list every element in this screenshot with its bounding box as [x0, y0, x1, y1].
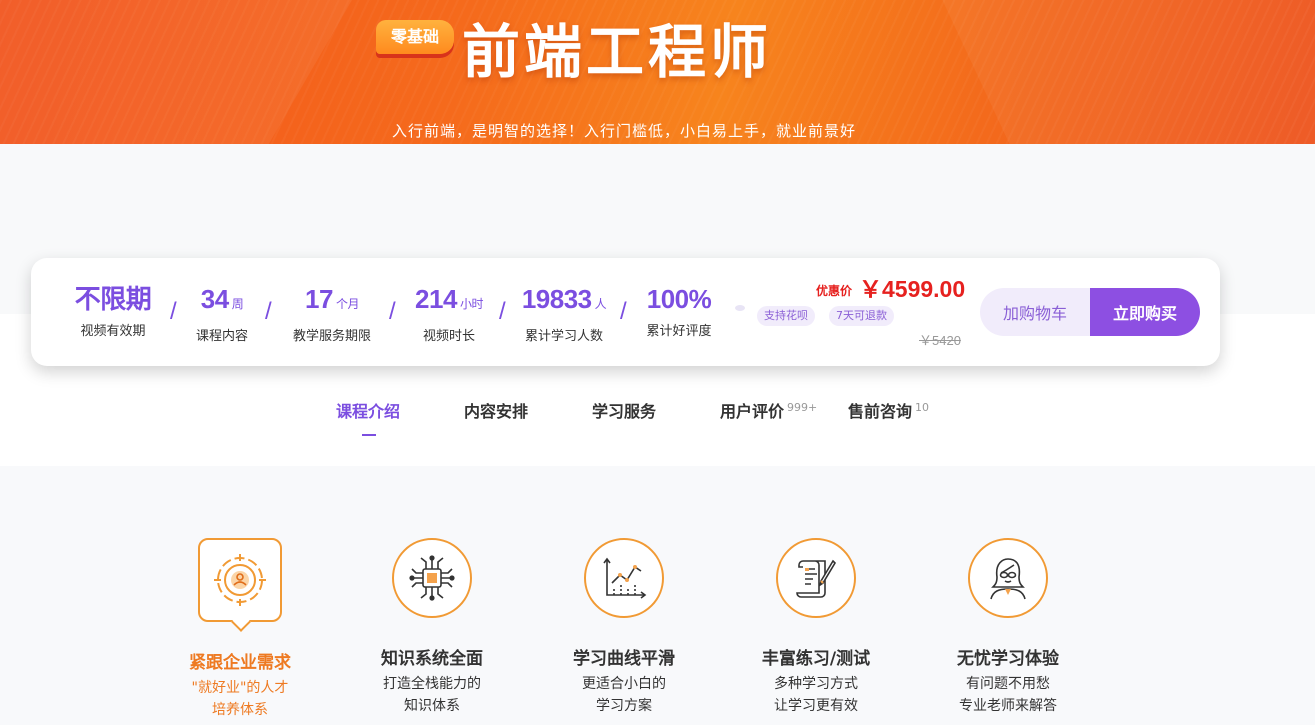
stat-label: 教学服务期限 — [292, 329, 371, 344]
tab-presale-consult[interactable]: 售前咨询 10 — [848, 398, 929, 422]
feature-desc: 让学习更有效 — [774, 698, 858, 714]
tab-learning-service[interactable]: 学习服务 — [592, 398, 656, 422]
stat-validity: 不限期 视频有效期 — [67, 282, 159, 339]
course-info-card: 不限期 视频有效期 / 34 周 课程内容 / 17 个月 教学服务期限 / 214… — [31, 258, 1220, 366]
feature-desc: 有问题不用愁 — [966, 676, 1050, 692]
feature-desc: "就好业"的人才 — [191, 680, 289, 696]
stat-separator: / — [389, 298, 396, 325]
feature-item: 无忧学习体验 有问题不用愁 专业老师来解答 — [912, 538, 1104, 717]
stat-separator: / — [170, 298, 177, 325]
stat-separator: / — [620, 298, 627, 325]
stat-weeks: 34 周 课程内容 — [191, 282, 253, 344]
stat-unit: 小时 — [459, 297, 484, 311]
feature-desc: 打造全栈能力的 — [383, 676, 481, 692]
stat-value: 100% — [646, 284, 712, 314]
tab-label: 用户评价 — [720, 402, 785, 421]
tab-user-reviews[interactable]: 用户评价 999+ — [720, 398, 817, 422]
stat-value: 19833 — [521, 284, 592, 314]
active-tab-indicator — [362, 434, 376, 436]
original-price: ￥5420 — [919, 333, 961, 348]
feature-title: 无忧学习体验 — [957, 649, 1059, 669]
stat-rating: 100% 累计好评度 — [639, 282, 719, 339]
stat-learners: 19833 人 累计学习人数 — [517, 282, 611, 344]
tab-label: 课程介绍 — [336, 402, 401, 421]
feature-item: 丰富练习/测试 多种学习方式 让学习更有效 — [720, 538, 912, 717]
feature-item: 紧跟企业需求 "就好业"的人才 培养体系 — [144, 538, 336, 721]
tab-label: 学习服务 — [592, 402, 657, 421]
discount-price: ￥4599.00 — [859, 276, 966, 302]
stat-hours: 214 小时 视频时长 — [409, 282, 489, 344]
course-title: 前端工程师 — [462, 18, 773, 86]
stat-value: 34 — [200, 284, 229, 314]
stat-separator: / — [499, 298, 506, 325]
feature-desc: 更适合小白的 — [582, 676, 666, 692]
stat-label: 课程内容 — [195, 329, 248, 344]
feature-title: 紧跟企业需求 — [189, 653, 291, 673]
stat-value: 不限期 — [74, 284, 152, 314]
feature-item: 知识系统全面 打造全栈能力的 知识体系 — [336, 538, 528, 717]
feature-title: 学习曲线平滑 — [573, 649, 675, 669]
chart-curve-icon — [584, 538, 664, 618]
feature-title: 丰富练习/测试 — [761, 649, 871, 669]
feature-desc: 知识体系 — [404, 698, 460, 714]
stat-unit: 人 — [594, 297, 607, 311]
feature-desc: 学习方案 — [596, 698, 652, 714]
stat-unit: 个月 — [335, 297, 360, 311]
document-pen-icon — [776, 538, 856, 618]
course-tagline: 入行前端，是明智的选择！入行门槛低，小白易上手，就业前景好 — [391, 122, 856, 140]
stat-label: 累计好评度 — [646, 324, 712, 339]
divider-dot — [735, 305, 745, 311]
teacher-avatar-icon — [968, 538, 1048, 618]
huabei-tag: 支持花呗 — [757, 306, 815, 326]
tab-content-schedule[interactable]: 内容安排 — [464, 398, 528, 422]
review-count: 999+ — [787, 401, 818, 414]
feature-desc: 专业老师来解答 — [959, 698, 1057, 714]
stat-months: 17 个月 教学服务期限 — [287, 282, 377, 344]
stat-unit: 周 — [231, 297, 244, 311]
tab-course-intro[interactable]: 课程介绍 — [336, 398, 400, 422]
stat-value: 214 — [415, 284, 457, 314]
consult-count: 10 — [915, 401, 930, 414]
chip-network-icon — [392, 538, 472, 618]
feature-desc: 多种学习方式 — [774, 676, 858, 692]
zero-basis-badge: 零基础 — [376, 20, 454, 54]
stat-value: 17 — [305, 284, 333, 314]
target-user-icon — [198, 538, 282, 622]
stat-separator: / — [265, 298, 272, 325]
tab-label: 内容安排 — [464, 402, 529, 421]
buy-now-button[interactable]: 立即购买 — [1090, 288, 1200, 336]
tab-label: 售前咨询 — [848, 402, 913, 421]
feature-item: 学习曲线平滑 更适合小白的 学习方案 — [528, 538, 720, 717]
stat-label: 视频时长 — [422, 329, 475, 344]
add-to-cart-button[interactable]: 加购物车 — [980, 288, 1090, 336]
feature-title: 知识系统全面 — [381, 649, 483, 669]
stat-label: 累计学习人数 — [524, 329, 603, 344]
stat-label: 视频有效期 — [80, 324, 146, 339]
refund-tag: 7天可退款 — [829, 306, 894, 326]
discount-label: 优惠价 — [816, 284, 853, 298]
feature-desc: 培养体系 — [212, 702, 268, 718]
